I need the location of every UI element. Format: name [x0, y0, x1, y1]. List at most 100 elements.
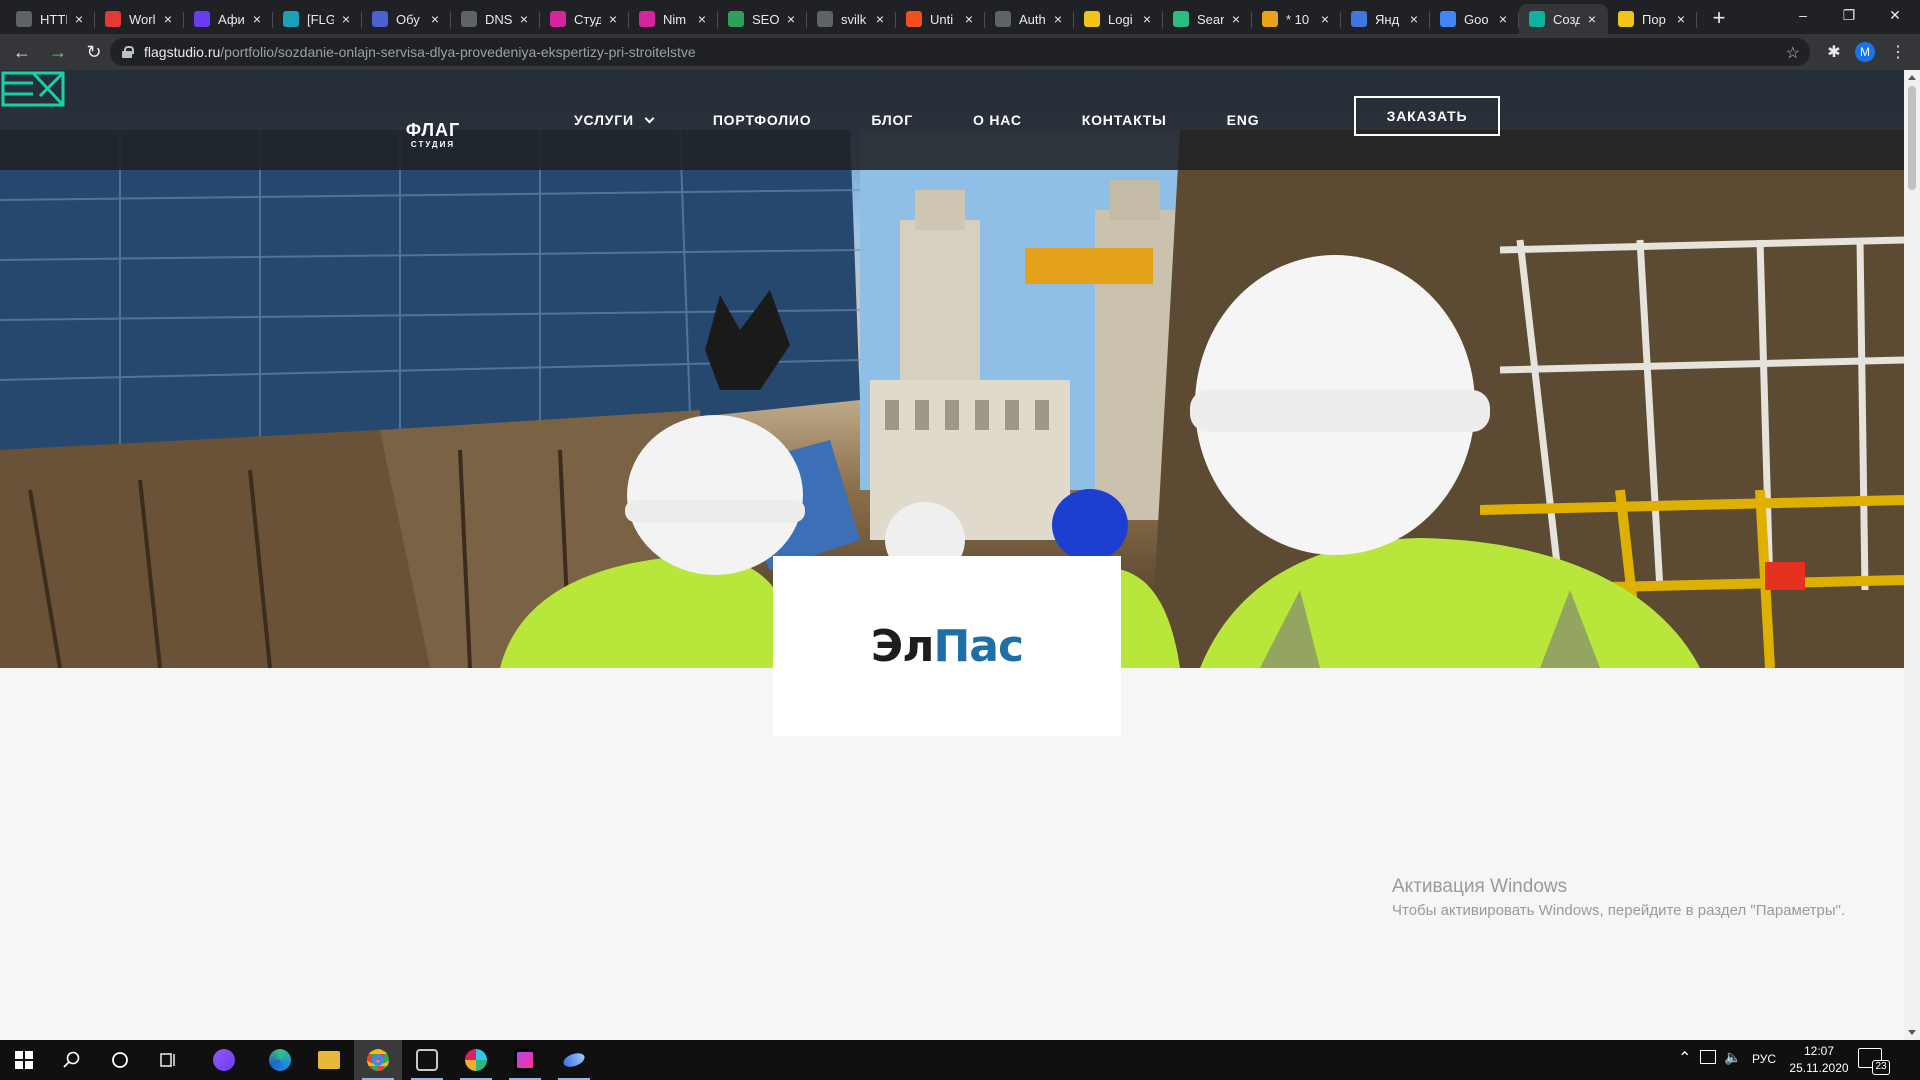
browser-tab[interactable]: [FLG ×	[273, 4, 362, 34]
file-explorer-icon[interactable]	[305, 1040, 353, 1080]
tab-list: HTTI × Worl × Афи × [FLG × Обу × DNS × Студ × Nim × SEO ×…	[6, 4, 1697, 34]
start-icon[interactable]	[0, 1040, 48, 1080]
browser-tab[interactable]: Auth ×	[985, 4, 1074, 34]
notification-count-badge: 23	[1872, 1060, 1890, 1075]
tab-close-icon[interactable]: ×	[1139, 11, 1155, 27]
editor-icon[interactable]	[403, 1040, 451, 1080]
extensions-icon[interactable]: ✱	[1820, 38, 1848, 66]
tab-title: Афи	[218, 11, 245, 27]
menu-icon[interactable]: ⋮	[1884, 38, 1912, 66]
tab-strip: HTTI × Worl × Афи × [FLG × Обу × DNS × Студ × Nim × SEO ×…	[0, 0, 1920, 34]
tab-close-icon[interactable]: ×	[961, 11, 977, 27]
back-icon[interactable]: ←	[8, 38, 36, 66]
clock-date[interactable]: 25.11.2020	[1784, 1061, 1854, 1075]
browser-tab[interactable]: Обу ×	[362, 4, 451, 34]
network-icon[interactable]	[1700, 1050, 1716, 1064]
tab-close-icon[interactable]: ×	[338, 11, 354, 27]
cortana-icon[interactable]	[96, 1040, 144, 1080]
nav-item-services[interactable]: УСЛУГИ	[574, 112, 655, 128]
search-icon[interactable]	[48, 1040, 96, 1080]
tab-close-icon[interactable]: ×	[516, 11, 532, 27]
browser-tab[interactable]: Nim ×	[629, 4, 718, 34]
nav-item-portfolio[interactable]: ПОРТФОЛИО	[713, 112, 812, 128]
tab-close-icon[interactable]: ×	[160, 11, 176, 27]
restore-icon[interactable]: ❐	[1826, 0, 1872, 30]
tab-close-icon[interactable]: ×	[1050, 11, 1066, 27]
tab-title: Worl	[129, 11, 156, 27]
site-header: ФЛАГ СТУДИЯ УСЛУГИ ПОРТФОЛИО БЛОГ О НАС …	[0, 70, 1904, 170]
page-scrollbar[interactable]	[1904, 70, 1920, 1040]
chrome-icon[interactable]	[354, 1040, 402, 1080]
tab-title: Созд	[1553, 11, 1580, 27]
tab-close-icon[interactable]: ×	[1317, 11, 1333, 27]
address-bar[interactable]: flagstudio.ru/portfolio/sozdanie-onlajn-…	[110, 38, 1810, 66]
browser-tab[interactable]: SEO ×	[718, 4, 807, 34]
tab-close-icon[interactable]: ×	[694, 11, 710, 27]
tab-title: Logi	[1108, 11, 1133, 27]
tab-title: Sear	[1197, 11, 1224, 27]
browser-tab[interactable]: * 10 ×	[1252, 4, 1341, 34]
tab-title: * 10	[1286, 11, 1310, 27]
browser-tab[interactable]: Worl ×	[95, 4, 184, 34]
logo-subtitle: СТУДИЯ	[410, 140, 456, 149]
browser-tab[interactable]: HTTI ×	[6, 4, 95, 34]
browser-tab[interactable]: Sear ×	[1163, 4, 1252, 34]
globe-icon	[817, 11, 833, 27]
profile-button[interactable]: M	[1851, 38, 1879, 66]
browser-tab[interactable]: DNS ×	[451, 4, 540, 34]
tab-close-icon[interactable]: ×	[1584, 11, 1600, 27]
forward-icon[interactable]: →	[44, 38, 72, 66]
browser-tab[interactable]: Пор ×	[1608, 4, 1697, 34]
order-button[interactable]: ЗАКАЗАТЬ	[1354, 96, 1500, 136]
url-path: /portfolio/sozdanie-onlajn-servisa-dlya-…	[220, 44, 696, 60]
new-tab-button[interactable]: +	[1705, 4, 1733, 32]
task-view-icon[interactable]	[144, 1040, 192, 1080]
tab-close-icon[interactable]: ×	[249, 11, 265, 27]
browser-tab[interactable]: Созд ×	[1519, 4, 1608, 34]
language-indicator[interactable]: РУС	[1752, 1052, 1776, 1066]
browser-tab[interactable]: Афи ×	[184, 4, 273, 34]
slack-icon[interactable]	[452, 1040, 500, 1080]
tray-overflow-icon[interactable]: ⌃	[1678, 1048, 1691, 1068]
bookmark-star-icon[interactable]: ☆	[1786, 43, 1800, 63]
nav-item-about[interactable]: О НАС	[973, 112, 1022, 128]
browser-tab[interactable]: svilk ×	[807, 4, 896, 34]
browser-tab[interactable]: Logi ×	[1074, 4, 1163, 34]
tab-close-icon[interactable]: ×	[605, 11, 621, 27]
w-badge-icon	[1084, 11, 1100, 27]
tab-close-icon[interactable]: ×	[1228, 11, 1244, 27]
tab-close-icon[interactable]: ×	[1406, 11, 1422, 27]
browser-tab[interactable]: Янд ×	[1341, 4, 1430, 34]
nav-item-contacts[interactable]: КОНТАКТЫ	[1082, 112, 1167, 128]
scroll-up-icon[interactable]	[1908, 75, 1916, 80]
yandex-browser-icon[interactable]	[550, 1040, 598, 1080]
figma-icon	[906, 11, 922, 27]
arrow-badge-icon	[728, 11, 744, 27]
tab-close-icon[interactable]: ×	[71, 11, 87, 27]
close-window-icon[interactable]: ✕	[1872, 0, 1918, 30]
reload-icon[interactable]: ↻	[80, 38, 108, 66]
browser-tab[interactable]: Goo ×	[1430, 4, 1519, 34]
tab-close-icon[interactable]: ×	[783, 11, 799, 27]
phpstorm-icon[interactable]	[501, 1040, 549, 1080]
scroll-down-icon[interactable]	[1908, 1030, 1916, 1035]
nav-item-language[interactable]: ENG	[1227, 112, 1260, 128]
scrollbar-thumb[interactable]	[1908, 86, 1916, 190]
tab-close-icon[interactable]: ×	[1495, 11, 1511, 27]
nav-item-blog[interactable]: БЛОГ	[871, 112, 913, 128]
tab-title: SEO	[752, 11, 779, 27]
volume-icon[interactable]: 🔈	[1724, 1049, 1741, 1066]
edge-icon[interactable]	[256, 1040, 304, 1080]
tab-title: Auth	[1019, 11, 1046, 27]
browser-tab[interactable]: Студ ×	[540, 4, 629, 34]
tab-title: svilk	[841, 11, 867, 27]
globe-icon	[995, 11, 1011, 27]
tab-close-icon[interactable]: ×	[1673, 11, 1689, 27]
clock-time[interactable]: 12:07	[1788, 1044, 1850, 1058]
client-logo-part1: Эл	[870, 620, 935, 672]
minimize-icon[interactable]: –	[1780, 0, 1826, 30]
alice-icon[interactable]	[200, 1040, 248, 1080]
tab-close-icon[interactable]: ×	[872, 11, 888, 27]
browser-tab[interactable]: Unti ×	[896, 4, 985, 34]
tab-close-icon[interactable]: ×	[427, 11, 443, 27]
